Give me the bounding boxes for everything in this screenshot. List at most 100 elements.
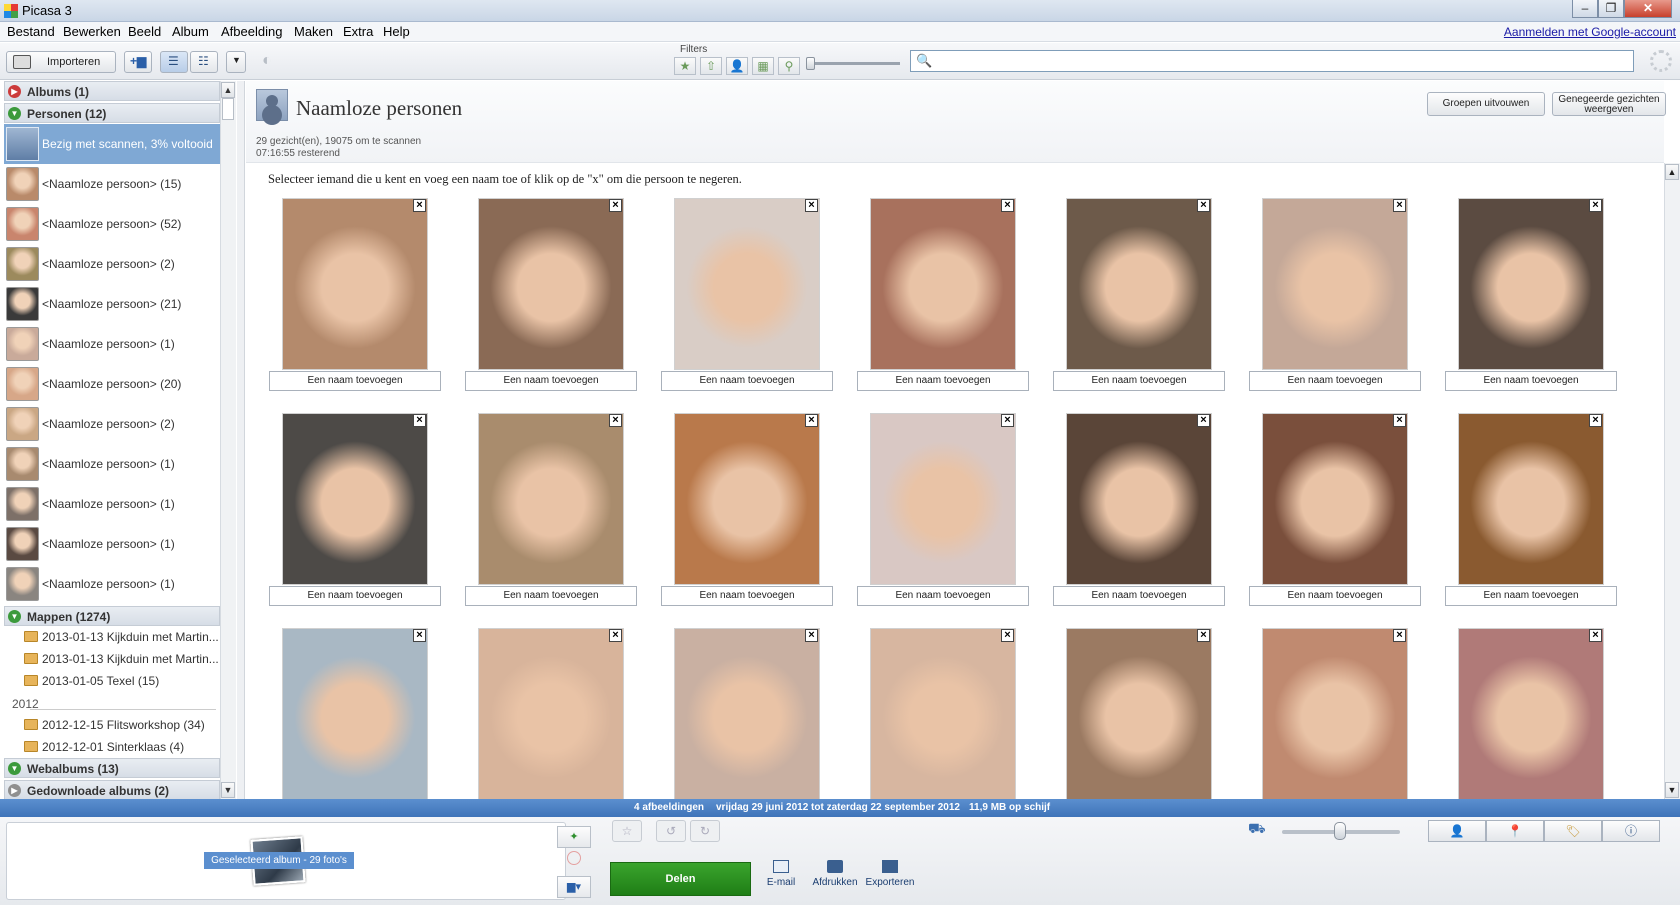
face-thumbnail[interactable] xyxy=(282,413,428,585)
menu-help[interactable]: Help xyxy=(383,24,410,39)
menu-beeld[interactable]: Beeld xyxy=(128,24,161,39)
face-thumbnail[interactable] xyxy=(1262,628,1408,800)
ignore-face-icon[interactable]: × xyxy=(1197,629,1210,642)
person-item[interactable]: <Naamloze persoon> (2) xyxy=(4,244,220,284)
ignore-face-icon[interactable]: × xyxy=(609,414,622,427)
face-thumbnail[interactable] xyxy=(478,628,624,800)
people-icon[interactable]: ◐ xyxy=(262,52,286,72)
maximize-button[interactable]: ❐ xyxy=(1598,0,1624,18)
menu-afbeelding[interactable]: Afbeelding xyxy=(221,24,282,39)
person-item[interactable]: <Naamloze persoon> (1) xyxy=(4,564,220,604)
add-name-button[interactable]: Een naam toevoegen xyxy=(1445,586,1617,606)
person-item[interactable]: <Naamloze persoon> (2) xyxy=(4,404,220,444)
add-name-button[interactable]: Een naam toevoegen xyxy=(1053,586,1225,606)
face-thumbnail[interactable] xyxy=(674,628,820,800)
face-thumbnail[interactable] xyxy=(1262,413,1408,585)
menu-maken[interactable]: Maken xyxy=(294,24,333,39)
list-view-button[interactable]: ☰ xyxy=(160,51,188,73)
add-name-button[interactable]: Een naam toevoegen xyxy=(1249,586,1421,606)
folders-section-header[interactable]: ▼ Mappen (1274) xyxy=(4,606,220,626)
ignore-face-icon[interactable]: × xyxy=(805,414,818,427)
tag-folder-icon[interactable]: ⛟ xyxy=(1248,820,1270,838)
person-item[interactable]: <Naamloze persoon> (20) xyxy=(4,364,220,404)
add-name-button[interactable]: Een naam toevoegen xyxy=(661,371,833,391)
tree-view-button[interactable]: ☷ xyxy=(190,51,218,73)
info-panel-button[interactable]: ⓘ xyxy=(1602,820,1660,842)
expand-groups-button[interactable]: Groepen uitvouwen xyxy=(1427,92,1545,116)
ignore-face-icon[interactable]: × xyxy=(1589,629,1602,642)
share-button[interactable]: Delen xyxy=(610,862,751,896)
folder-item[interactable]: 2012-12-01 Sinterklaas (4) xyxy=(4,737,220,757)
add-name-button[interactable]: Een naam toevoegen xyxy=(1445,371,1617,391)
person-item[interactable]: <Naamloze persoon> (52) xyxy=(4,204,220,244)
add-name-button[interactable]: Een naam toevoegen xyxy=(465,371,637,391)
people-panel-button[interactable]: 👤 xyxy=(1428,820,1486,842)
ignore-face-icon[interactable]: × xyxy=(805,199,818,212)
downloaded-section-header[interactable]: ▶ Gedownloade albums (2) xyxy=(4,780,220,800)
show-ignored-faces-button[interactable]: Genegeerde gezichten weergeven xyxy=(1552,92,1666,116)
ignore-face-icon[interactable]: × xyxy=(1393,414,1406,427)
scanning-status-row[interactable]: Bezig met scannen, 3% voltooid xyxy=(4,124,220,164)
face-thumbnail[interactable] xyxy=(1066,413,1212,585)
ignore-face-icon[interactable]: × xyxy=(609,629,622,642)
face-thumbnail[interactable] xyxy=(478,413,624,585)
menu-album[interactable]: Album xyxy=(172,24,209,39)
face-thumbnail[interactable] xyxy=(674,198,820,370)
filter-faces-button[interactable]: 👤 xyxy=(726,57,748,75)
add-name-button[interactable]: Een naam toevoegen xyxy=(269,371,441,391)
rotate-right-button[interactable]: ↻ xyxy=(690,820,720,842)
menu-bestand[interactable]: Bestand xyxy=(7,24,55,39)
filter-video-button[interactable]: ▦ xyxy=(752,57,774,75)
menu-bewerken[interactable]: Bewerken xyxy=(63,24,121,39)
print-button[interactable]: Afdrukken xyxy=(805,860,865,888)
main-scrollbar[interactable] xyxy=(1664,163,1680,799)
add-to-album-dropdown[interactable]: ▆▾ xyxy=(557,876,591,898)
folder-item[interactable]: 2013-01-05 Texel (15) xyxy=(4,671,220,691)
add-name-button[interactable]: Een naam toevoegen xyxy=(857,586,1029,606)
folder-item[interactable]: 2013-01-13 Kijkduin met Martin... xyxy=(4,649,220,669)
face-thumbnail[interactable] xyxy=(870,628,1016,800)
ignore-face-icon[interactable]: × xyxy=(1001,629,1014,642)
menu-extra[interactable]: Extra xyxy=(343,24,373,39)
ignore-face-icon[interactable]: × xyxy=(1393,629,1406,642)
person-item[interactable]: <Naamloze persoon> (1) xyxy=(4,324,220,364)
face-thumbnail[interactable] xyxy=(1458,628,1604,800)
face-thumbnail[interactable] xyxy=(870,198,1016,370)
panel-splitter[interactable] xyxy=(237,81,245,799)
clear-selection-icon[interactable] xyxy=(567,851,581,865)
ignore-face-icon[interactable]: × xyxy=(1197,414,1210,427)
folder-item[interactable]: 2013-01-13 Kijkduin met Martin... xyxy=(4,627,220,647)
ignore-face-icon[interactable]: × xyxy=(413,199,426,212)
zoom-slider-knob[interactable] xyxy=(1334,822,1346,840)
face-thumbnail[interactable] xyxy=(478,198,624,370)
face-thumbnail[interactable] xyxy=(282,628,428,800)
face-thumbnail[interactable] xyxy=(1066,628,1212,800)
tags-panel-button[interactable]: 🏷 xyxy=(1544,820,1602,842)
person-item[interactable]: <Naamloze persoon> (1) xyxy=(4,484,220,524)
face-thumbnail[interactable] xyxy=(674,413,820,585)
ignore-face-icon[interactable]: × xyxy=(805,629,818,642)
minimize-button[interactable]: – xyxy=(1572,0,1598,18)
export-button[interactable]: Exporteren xyxy=(860,860,920,888)
ignore-face-icon[interactable]: × xyxy=(1589,199,1602,212)
scroll-down-icon[interactable]: ▼ xyxy=(1665,782,1679,798)
ignore-face-icon[interactable]: × xyxy=(1393,199,1406,212)
persons-section-header[interactable]: ▼ Personen (12) xyxy=(4,103,220,123)
search-input[interactable] xyxy=(910,50,1634,72)
ignore-face-icon[interactable]: × xyxy=(1001,199,1014,212)
filter-starred-button[interactable]: ★ xyxy=(674,57,696,75)
star-button[interactable]: ☆ xyxy=(612,820,642,842)
sidebar-scroll-thumb[interactable] xyxy=(222,98,234,120)
ignore-face-icon[interactable]: × xyxy=(1001,414,1014,427)
add-name-button[interactable]: Een naam toevoegen xyxy=(465,586,637,606)
folder-item[interactable]: 2012-12-15 Flitsworkshop (34) xyxy=(4,715,220,735)
google-signin-link[interactable]: Aanmelden met Google-account xyxy=(1504,25,1676,39)
person-item[interactable]: <Naamloze persoon> (1) xyxy=(4,444,220,484)
face-thumbnail[interactable] xyxy=(1262,198,1408,370)
add-name-button[interactable]: Een naam toevoegen xyxy=(1053,371,1225,391)
face-thumbnail[interactable] xyxy=(1458,413,1604,585)
ignore-face-icon[interactable]: × xyxy=(413,414,426,427)
face-thumbnail[interactable] xyxy=(870,413,1016,585)
person-item[interactable]: <Naamloze persoon> (15) xyxy=(4,164,220,204)
person-item[interactable]: <Naamloze persoon> (1) xyxy=(4,524,220,564)
